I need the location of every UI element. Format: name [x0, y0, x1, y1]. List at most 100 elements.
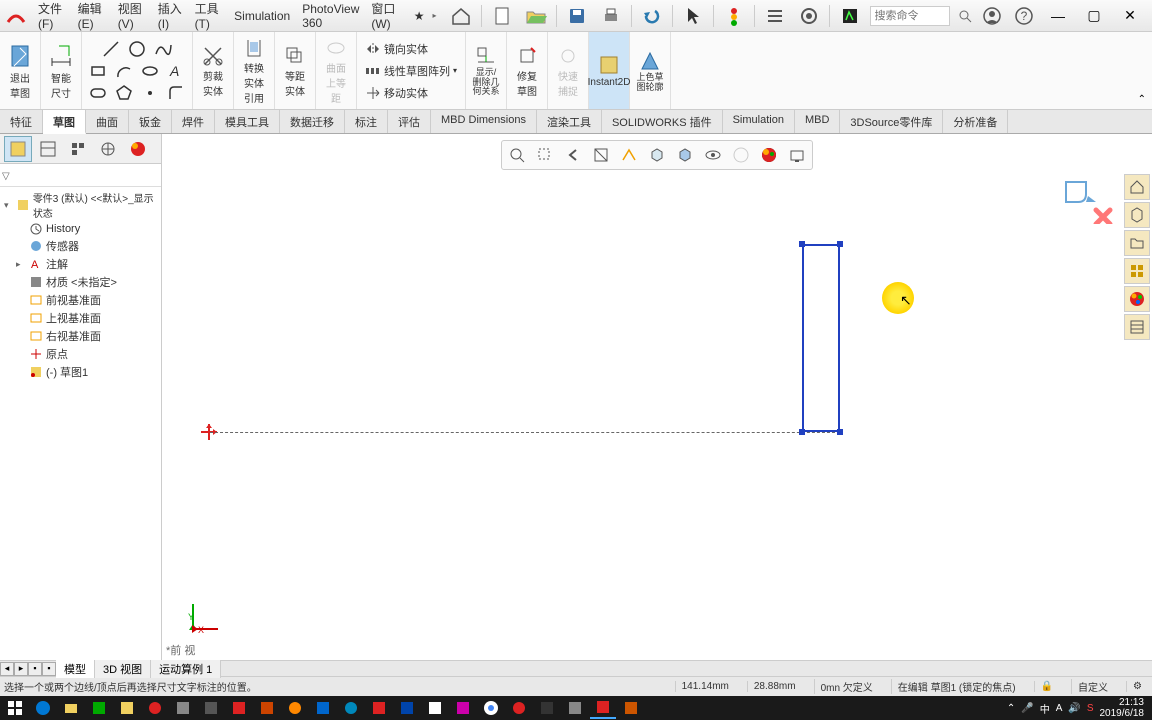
minimize-button[interactable]: —: [1040, 2, 1076, 30]
taskbar-app-icon[interactable]: [450, 697, 476, 719]
linear-pattern-button[interactable]: 线性草图阵列▾: [361, 61, 461, 81]
settings-gear-icon[interactable]: [793, 2, 825, 30]
taskbar-app-icon[interactable]: [338, 697, 364, 719]
spline-tool-icon[interactable]: [151, 38, 175, 60]
user-icon[interactable]: [976, 2, 1008, 30]
polygon-tool-icon[interactable]: [112, 82, 136, 104]
instant2d-button[interactable]: Instant2D: [593, 51, 625, 90]
configuration-manager-tab-icon[interactable]: [64, 136, 92, 162]
taskbar-chrome-icon[interactable]: [478, 697, 504, 719]
taskbar-app-icon[interactable]: [562, 697, 588, 719]
btab-model[interactable]: 模型: [56, 660, 95, 678]
feature-manager-tab-icon[interactable]: [4, 136, 32, 162]
tray-ime-icon[interactable]: 中: [1040, 701, 1050, 716]
save-icon[interactable]: [561, 2, 593, 30]
tab-mbd-dim[interactable]: MBD Dimensions: [431, 110, 537, 133]
tree-history[interactable]: History: [2, 221, 159, 237]
tree-material[interactable]: 材质 <未指定>: [2, 273, 159, 291]
property-manager-tab-icon[interactable]: [34, 136, 62, 162]
menu-file[interactable]: 文件(F): [32, 0, 72, 35]
taskbar-app-icon[interactable]: [114, 697, 140, 719]
convert-entities-button[interactable]: 转换实体引用: [238, 34, 270, 107]
menu-star[interactable]: ★: [408, 5, 431, 27]
tree-top-plane[interactable]: 上视基准面: [2, 309, 159, 327]
menu-edit[interactable]: 编辑(E): [72, 0, 112, 35]
menu-photoview[interactable]: PhotoView 360: [296, 0, 365, 34]
sketch-rectangle[interactable]: [802, 244, 840, 432]
sketch-vertex[interactable]: [799, 429, 805, 435]
taskpane-library-icon[interactable]: [1124, 202, 1150, 228]
taskpane-appearances-icon[interactable]: [1124, 286, 1150, 312]
tab-moldtools[interactable]: 模具工具: [215, 110, 280, 133]
taskpane-home-icon[interactable]: [1124, 174, 1150, 200]
scroll-end-icon[interactable]: ▪: [42, 662, 56, 676]
sketch-vertex[interactable]: [837, 241, 843, 247]
tree-annotations[interactable]: ▸A注解: [2, 255, 159, 273]
new-icon[interactable]: [486, 2, 518, 30]
trim-button[interactable]: 剪裁实体: [197, 42, 229, 100]
taskbar-solidworks-icon[interactable]: [590, 697, 616, 719]
taskbar-app-icon[interactable]: [226, 697, 252, 719]
home-icon[interactable]: [445, 2, 477, 30]
taskbar-app-icon[interactable]: [198, 697, 224, 719]
menu-view[interactable]: 视图(V): [112, 0, 152, 35]
arc-tool-icon[interactable]: [112, 60, 136, 82]
edit-appearance-icon[interactable]: [728, 143, 754, 167]
taskbar-app-icon[interactable]: [366, 697, 392, 719]
tray-input-icon[interactable]: 🎤: [1021, 703, 1033, 714]
help-icon[interactable]: ?: [1008, 2, 1040, 30]
point-tool-icon[interactable]: [138, 82, 162, 104]
status-custom[interactable]: 自定义: [1071, 679, 1114, 694]
status-lock-icon[interactable]: 🔒: [1034, 681, 1059, 692]
tree-filter-icon[interactable]: ▽: [2, 171, 10, 182]
view-orientation-icon[interactable]: [644, 143, 670, 167]
taskbar-app-icon[interactable]: [394, 697, 420, 719]
menu-simulation[interactable]: Simulation: [228, 5, 296, 27]
tree-root[interactable]: ▾零件3 (默认) <<默认>_显示状态: [2, 189, 159, 221]
taskbar-app-icon[interactable]: [170, 697, 196, 719]
zoom-fit-icon[interactable]: [504, 143, 530, 167]
tab-sketch[interactable]: 草图: [43, 110, 86, 134]
view-settings-icon[interactable]: [784, 143, 810, 167]
line-tool-icon[interactable]: [99, 38, 123, 60]
tray-sogou-icon[interactable]: S: [1087, 703, 1094, 714]
previous-view-icon[interactable]: [560, 143, 586, 167]
move-entities-button[interactable]: 移动实体: [361, 83, 432, 103]
taskbar-app-icon[interactable]: [254, 697, 280, 719]
zoom-area-icon[interactable]: [532, 143, 558, 167]
mirror-entities-button[interactable]: 镜向实体: [361, 39, 432, 59]
ribbon-collapse-icon[interactable]: ⌃: [1138, 94, 1146, 105]
scroll-right-icon[interactable]: ▸: [14, 662, 28, 676]
tab-analysis[interactable]: 分析准备: [943, 110, 1008, 133]
options-list-icon[interactable]: [759, 2, 791, 30]
scroll-home-icon[interactable]: ▪: [28, 662, 42, 676]
taskbar-app-icon[interactable]: [506, 697, 532, 719]
scroll-left-icon[interactable]: ◂: [0, 662, 14, 676]
menu-window[interactable]: 窗口(W): [365, 0, 407, 35]
circle-tool-icon[interactable]: [125, 38, 149, 60]
tree-origin[interactable]: 原点: [2, 345, 159, 363]
ellipse-tool-icon[interactable]: [138, 60, 162, 82]
exit-sketch-button[interactable]: 退出草图: [4, 40, 36, 102]
btab-3dview[interactable]: 3D 视图: [95, 660, 151, 678]
offset-entities-button[interactable]: 等距实体: [279, 42, 311, 100]
sketch-vertex[interactable]: [837, 429, 843, 435]
taskbar-edge-icon[interactable]: [30, 697, 56, 719]
system-tray[interactable]: ⌃ 🎤 中 A 🔊 S 21:13 2019/6/18: [1007, 697, 1150, 719]
start-button-icon[interactable]: [2, 697, 28, 719]
tab-simulation[interactable]: Simulation: [723, 110, 795, 133]
taskbar-app-icon[interactable]: [534, 697, 560, 719]
tray-network-icon[interactable]: 🔊: [1068, 703, 1080, 714]
rectangle-tool-icon[interactable]: [86, 60, 110, 82]
apply-scene-icon[interactable]: [756, 143, 782, 167]
tab-mbd[interactable]: MBD: [795, 110, 840, 133]
tab-features[interactable]: 特征: [0, 110, 43, 133]
repair-sketch-button[interactable]: 修复草图: [511, 42, 543, 100]
undo-icon[interactable]: [636, 2, 668, 30]
rebuild-icon[interactable]: [718, 2, 750, 30]
text-tool-icon[interactable]: A: [164, 60, 188, 82]
taskbar-app-icon[interactable]: [618, 697, 644, 719]
btab-motion[interactable]: 运动算例 1: [151, 660, 221, 678]
tree-front-plane[interactable]: 前视基准面: [2, 291, 159, 309]
taskbar-app-icon[interactable]: [142, 697, 168, 719]
